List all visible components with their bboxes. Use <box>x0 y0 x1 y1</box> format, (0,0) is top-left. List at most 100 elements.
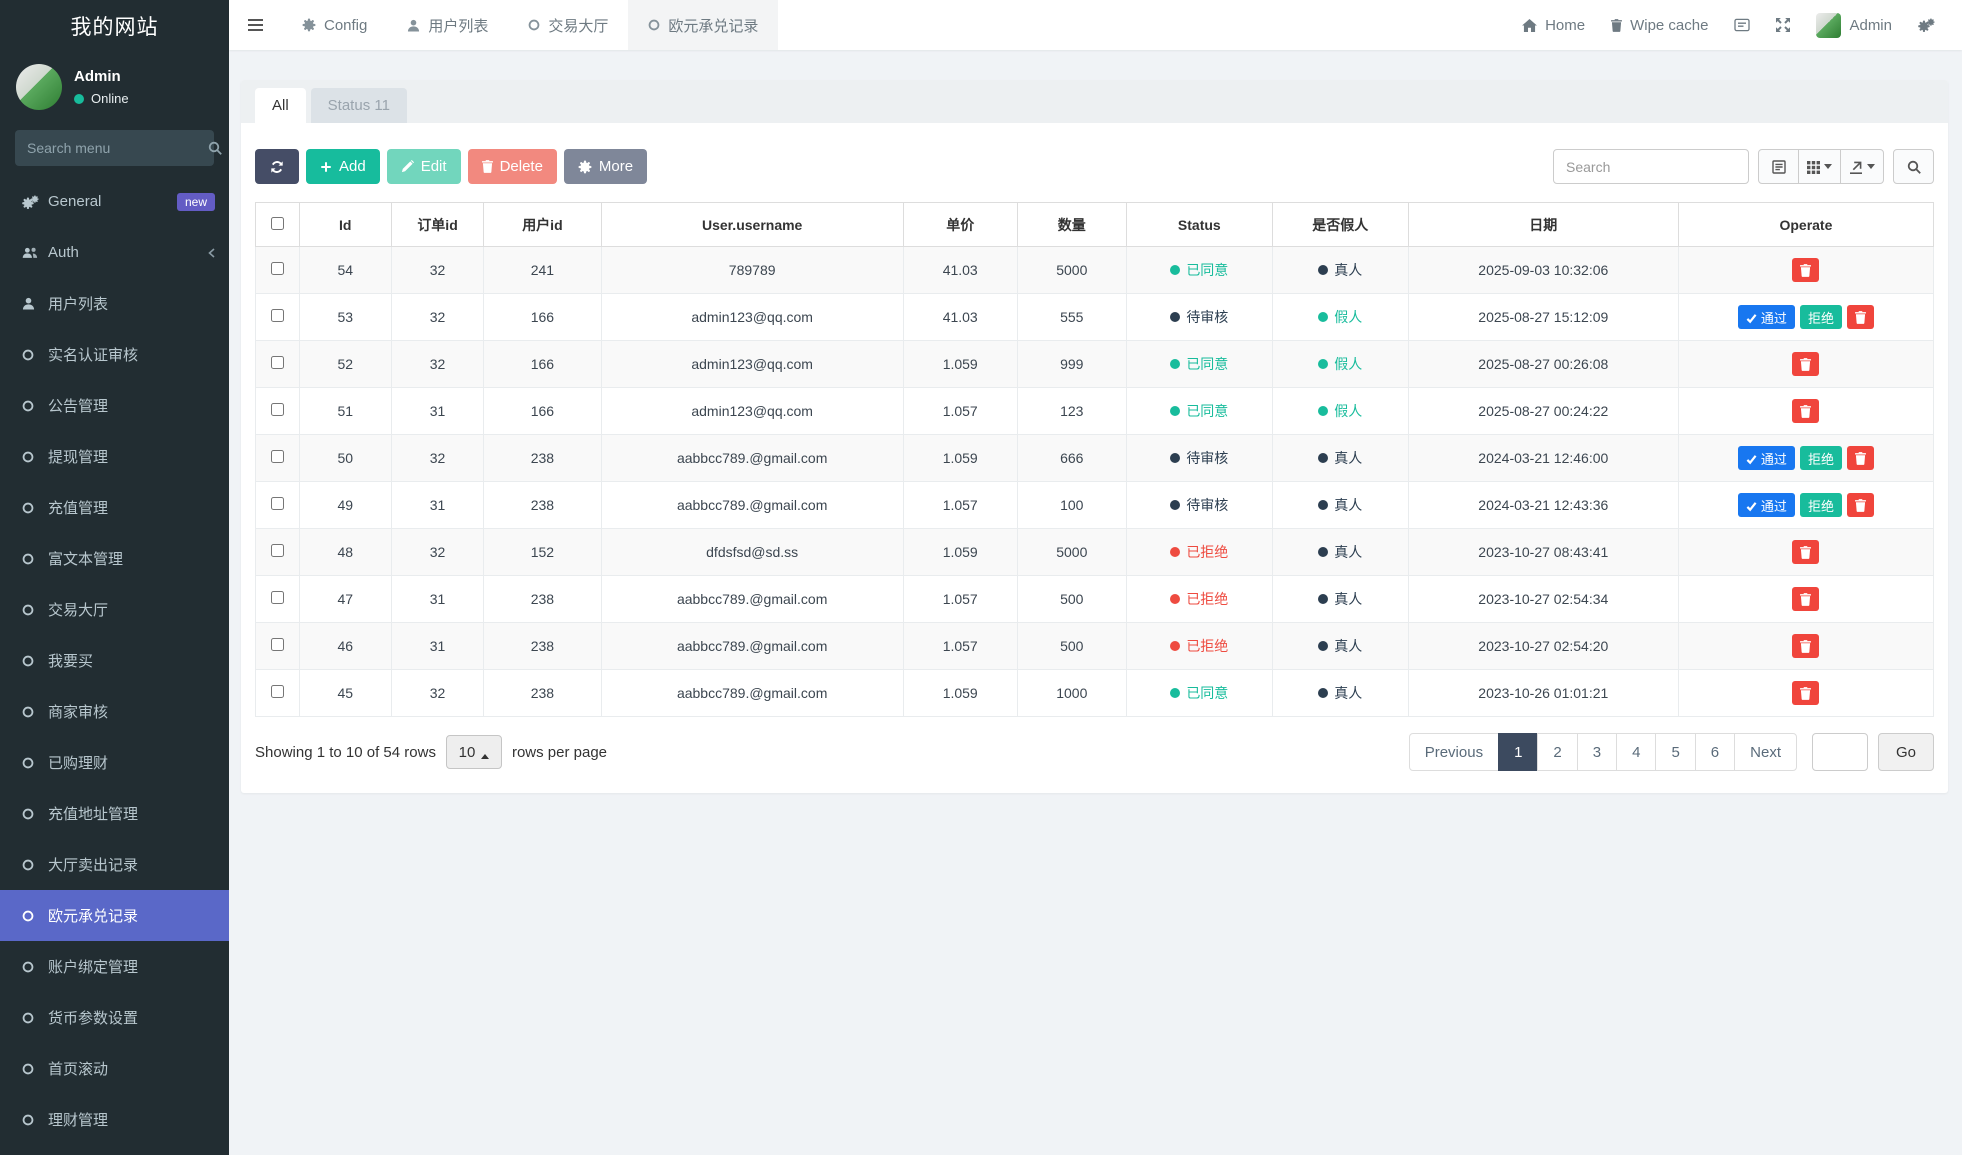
row-checkbox[interactable] <box>270 309 284 322</box>
page-6[interactable]: 6 <box>1694 733 1736 771</box>
tab-all[interactable]: All <box>255 88 306 123</box>
topnav-tab-label: Config <box>324 16 368 34</box>
reject-button[interactable]: 拒绝 <box>1799 493 1842 517</box>
columns-button[interactable] <box>1798 149 1841 184</box>
reject-button[interactable]: 拒绝 <box>1799 446 1842 470</box>
row-checkbox[interactable] <box>270 497 284 510</box>
sidebar-item-general[interactable]: General new <box>0 176 229 227</box>
select-all-checkbox[interactable] <box>270 216 284 230</box>
cell-status: 已同意 <box>1125 246 1273 294</box>
page-next[interactable]: Next <box>1734 733 1797 771</box>
row-checkbox[interactable] <box>270 403 284 416</box>
page-jump-input[interactable] <box>1811 733 1868 771</box>
row-checkbox[interactable] <box>270 450 284 463</box>
cell-order-id: 31 <box>390 622 485 670</box>
cell-id: 47 <box>298 575 392 623</box>
topnav-tab-trade-hall[interactable]: 交易大厅 <box>508 0 628 50</box>
operate-buttons: 通过 拒绝 <box>1737 446 1874 470</box>
sidebar-item-auth[interactable]: Auth <box>0 227 229 278</box>
fullscreen-toggle[interactable] <box>1763 0 1803 50</box>
row-delete-button[interactable] <box>1792 681 1820 705</box>
row-delete-button[interactable] <box>1792 634 1820 658</box>
sidebar-item-home-scroll[interactable]: 首页滚动 <box>0 1043 229 1094</box>
approve-button[interactable]: 通过 <box>1737 493 1795 517</box>
page-size-dropdown[interactable]: 10 <box>445 735 502 769</box>
toggle-view-button[interactable] <box>1758 149 1799 184</box>
reject-button[interactable]: 拒绝 <box>1799 305 1842 329</box>
pagination-info: Showing 1 to 10 of 54 rows 10 rows per p… <box>255 735 607 769</box>
row-delete-button[interactable] <box>1846 446 1874 470</box>
row-checkbox[interactable] <box>270 638 284 651</box>
more-button[interactable]: More <box>563 149 648 184</box>
sidebar-item-recharge[interactable]: 充值管理 <box>0 482 229 533</box>
edit-button[interactable]: Edit <box>386 149 461 184</box>
export-button[interactable] <box>1840 149 1884 184</box>
sidebar-item-label: 大厅卖出记录 <box>48 857 139 874</box>
sidebar-item-euro-exchange[interactable]: 欧元承兑记录 <box>0 890 229 941</box>
sidebar-item-hall-sell-record[interactable]: 大厅卖出记录 <box>0 839 229 890</box>
search-icon[interactable] <box>208 140 222 156</box>
search-submit-button[interactable] <box>1893 149 1934 184</box>
row-delete-button[interactable] <box>1792 258 1820 282</box>
page-previous[interactable]: Previous <box>1408 733 1500 771</box>
topnav-tab-user-list[interactable]: 用户列表 <box>387 0 508 50</box>
sidebar-item-recharge-address[interactable]: 充值地址管理 <box>0 788 229 839</box>
row-checkbox[interactable] <box>270 262 284 275</box>
approve-button[interactable]: 通过 <box>1737 305 1795 329</box>
row-delete-button[interactable] <box>1792 540 1820 564</box>
sidebar-item-merchant-audit[interactable]: 商家审核 <box>0 686 229 737</box>
row-checkbox[interactable] <box>270 356 284 369</box>
sidebar-item-user-list[interactable]: 用户列表 <box>0 278 229 329</box>
approve-button[interactable]: 通过 <box>1737 446 1795 470</box>
fake-badge: 假人 <box>1318 401 1362 421</box>
row-delete-button[interactable] <box>1792 352 1820 376</box>
sidebar-toggle-icon[interactable] <box>229 0 282 50</box>
go-button[interactable]: Go <box>1877 733 1934 771</box>
row-delete-button[interactable] <box>1792 587 1820 611</box>
sidebar-item-richtext[interactable]: 富文本管理 <box>0 533 229 584</box>
row-delete-button[interactable] <box>1846 305 1874 329</box>
sidebar-item-currency-params[interactable]: 货币参数设置 <box>0 992 229 1043</box>
user-name: Admin <box>74 68 121 85</box>
sidebar-item-withdraw[interactable]: 提现管理 <box>0 431 229 482</box>
cell-user-id: 166 <box>483 340 602 388</box>
language-switch[interactable] <box>1721 0 1763 50</box>
row-delete-button[interactable] <box>1792 399 1820 423</box>
wipe-cache-link[interactable]: Wipe cache <box>1598 0 1721 50</box>
topnav-tab-euro-exchange[interactable]: 欧元承兑记录 <box>628 0 779 50</box>
sidebar-item-finance[interactable]: 理财管理 <box>0 1094 229 1145</box>
status-text: 待审核 <box>1186 309 1229 325</box>
sidebar-search-input[interactable] <box>27 140 208 156</box>
sidebar-item-purchased[interactable]: 已购理财 <box>0 737 229 788</box>
row-checkbox[interactable] <box>270 685 284 698</box>
cell-operate <box>1677 669 1935 717</box>
page-1[interactable]: 1 <box>1498 733 1539 771</box>
page-4[interactable]: 4 <box>1616 733 1657 771</box>
cell-qty: 123 <box>1016 387 1127 435</box>
home-link[interactable]: Home <box>1509 0 1598 50</box>
cell-price: 1.059 <box>902 528 1018 576</box>
sidebar-item-want-buy[interactable]: 我要买 <box>0 635 229 686</box>
records-table: Id 订单id 用户id User.username 单价 数量 Status 是否假人 日期 O… <box>255 202 1935 717</box>
settings-menu[interactable] <box>1905 0 1948 50</box>
tab-status-11[interactable]: Status 11 <box>310 88 407 123</box>
refresh-button[interactable] <box>255 149 299 184</box>
row-delete-button[interactable] <box>1846 493 1874 517</box>
operate-buttons: 通过 拒绝 <box>1737 305 1874 329</box>
page-5[interactable]: 5 <box>1655 733 1696 771</box>
cell-status: 已同意 <box>1125 669 1273 717</box>
row-checkbox[interactable] <box>270 591 284 604</box>
row-checkbox[interactable] <box>270 544 284 557</box>
sidebar-item-realname-audit[interactable]: 实名认证审核 <box>0 329 229 380</box>
cell-qty: 100 <box>1016 481 1127 529</box>
sidebar-item-trade-hall[interactable]: 交易大厅 <box>0 584 229 635</box>
delete-button[interactable]: Delete <box>467 149 557 184</box>
admin-menu[interactable]: Admin <box>1803 0 1905 50</box>
add-button[interactable]: Add <box>306 149 380 184</box>
page-3[interactable]: 3 <box>1576 733 1618 771</box>
topnav-tab-config[interactable]: Config <box>282 0 387 50</box>
page-2[interactable]: 2 <box>1537 733 1578 771</box>
sidebar-item-notice[interactable]: 公告管理 <box>0 380 229 431</box>
table-search-input[interactable] <box>1553 149 1749 184</box>
sidebar-item-account-binding[interactable]: 账户绑定管理 <box>0 941 229 992</box>
